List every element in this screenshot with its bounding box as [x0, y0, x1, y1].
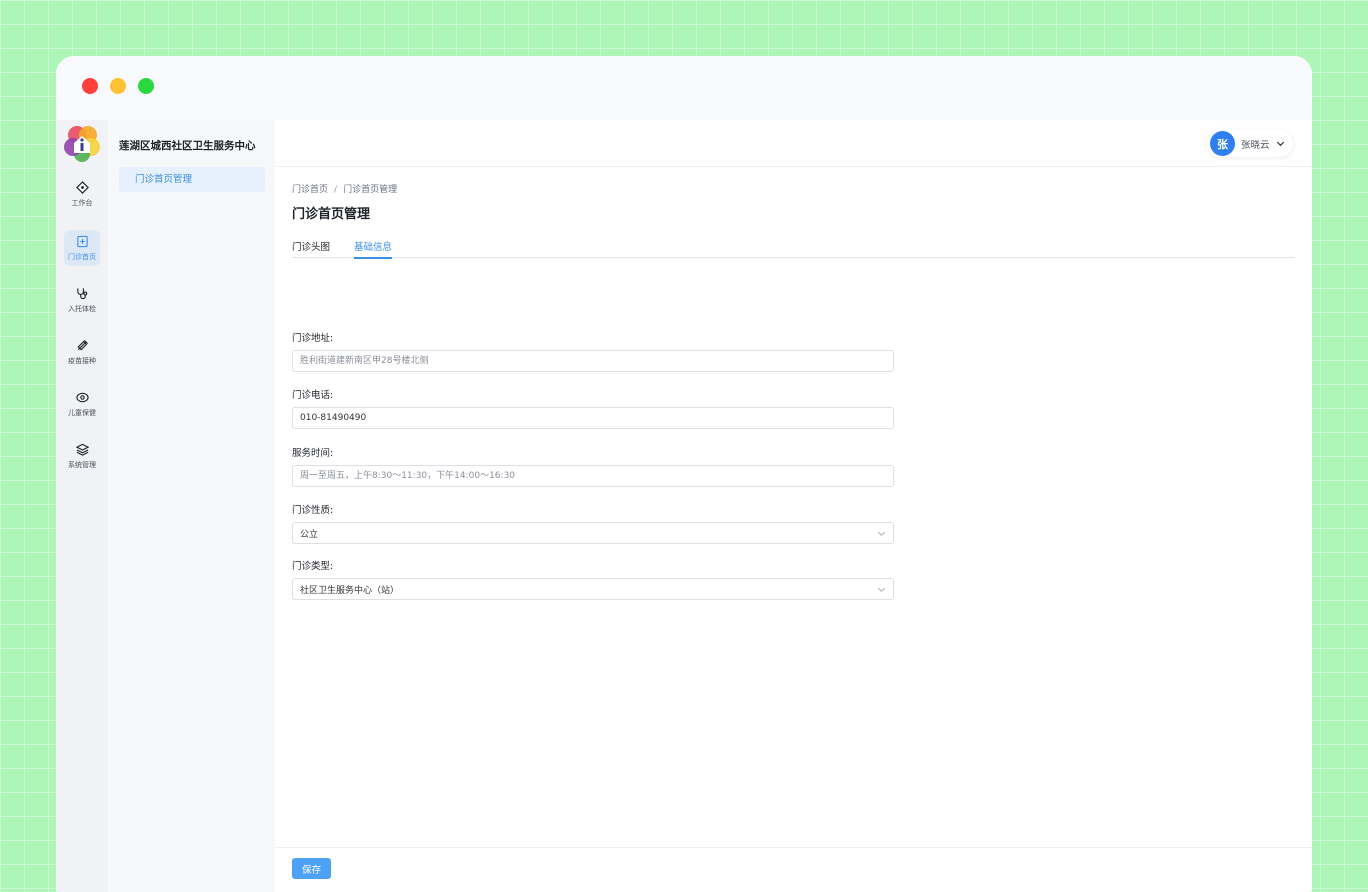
form-footer: 保存 [275, 847, 1312, 892]
layers-icon [75, 443, 89, 456]
rail-item-child-care[interactable]: 儿童保健 [64, 386, 100, 422]
nature-selected-value: 公立 [300, 529, 319, 540]
app-window: 工作台 门诊首页 入托体检 疫苗接种 儿童保健 系统管理 莲湖区城西社区卫生服务… [56, 56, 1312, 892]
close-window-button[interactable] [82, 78, 98, 94]
app-logo-icon [64, 126, 100, 162]
subnav-item-clinic-home-management[interactable]: 门诊首页管理 [119, 167, 265, 192]
tab-header-image[interactable]: 门诊头图 [292, 239, 330, 258]
type-selected-value: 社区卫生服务中心（站） [300, 585, 400, 596]
type-select[interactable]: 社区卫生服务中心（站） [292, 578, 894, 600]
hours-input[interactable] [292, 465, 894, 487]
tab-bar: 门诊头图 基础信息 [292, 235, 1295, 259]
rail-item-vaccination[interactable]: 疫苗接种 [64, 334, 100, 370]
chevron-down-icon [878, 587, 885, 592]
rail-item-label: 工作台 [71, 198, 93, 207]
rail-item-system[interactable]: 系统管理 [64, 438, 100, 474]
nature-field-group: 门诊性质: 公立 [292, 502, 894, 544]
chevron-down-icon [878, 531, 885, 536]
breadcrumb-item-current: 门诊首页管理 [343, 185, 398, 195]
nature-select[interactable]: 公立 [292, 522, 894, 544]
sub-navigation: 莲湖区城西社区卫生服务中心 门诊首页管理 [108, 120, 275, 892]
rail-item-label: 系统管理 [68, 460, 96, 469]
org-name: 莲湖区城西社区卫生服务中心 [119, 140, 256, 152]
avatar: 张 [1210, 131, 1235, 156]
breadcrumb-item-clinic-home[interactable]: 门诊首页 [292, 185, 328, 195]
address-input[interactable] [292, 350, 894, 372]
user-menu[interactable]: 张 张晓云 [1207, 130, 1293, 157]
tab-basic-info[interactable]: 基础信息 [354, 239, 393, 259]
rail-item-checkup[interactable]: 入托体检 [64, 282, 100, 318]
minimize-window-button[interactable] [110, 78, 126, 94]
breadcrumb: 门诊首页 / 门诊首页管理 [292, 182, 397, 195]
type-field-group: 门诊类型: 社区卫生服务中心（站） [292, 558, 894, 600]
zoom-window-button[interactable] [138, 78, 154, 94]
nature-label: 门诊性质: [292, 505, 334, 516]
child-care-icon [75, 392, 89, 402]
workbench-icon [75, 180, 89, 194]
phone-field-group: 门诊电话: [292, 387, 894, 429]
top-bar: 张 张晓云 [275, 120, 1312, 167]
address-field-group: 门诊地址: [292, 330, 894, 372]
rail-item-label: 儿童保健 [68, 408, 96, 417]
rail-item-label: 门诊首页 [68, 252, 96, 261]
rail-item-label: 入托体检 [68, 304, 96, 313]
chevron-down-icon [1276, 141, 1284, 147]
desktop-background: 工作台 门诊首页 入托体检 疫苗接种 儿童保健 系统管理 莲湖区城西社区卫生服务… [0, 0, 1368, 892]
stethoscope-icon [76, 287, 87, 299]
breadcrumb-separator: / [334, 185, 338, 195]
address-label: 门诊地址: [292, 333, 334, 344]
type-label: 门诊类型: [292, 561, 334, 572]
main-content: 张 张晓云 门诊首页 / 门诊首页管理 门诊首页管理 门诊头图 基础信息 门诊地址:… [275, 120, 1312, 892]
phone-input[interactable] [292, 407, 894, 429]
title-bar [56, 56, 1312, 120]
rail-item-label: 疫苗接种 [68, 356, 96, 365]
hours-field-group: 服务时间: [292, 445, 894, 487]
phone-label: 门诊电话: [292, 390, 334, 401]
user-name: 张晓云 [1241, 139, 1270, 151]
rail-item-workbench[interactable]: 工作台 [64, 176, 100, 212]
hours-label: 服务时间: [292, 448, 334, 459]
syringe-icon [77, 339, 88, 350]
page-title: 门诊首页管理 [292, 207, 371, 222]
clinic-home-icon [76, 235, 88, 247]
save-button[interactable]: 保存 [292, 858, 331, 879]
icon-rail: 工作台 门诊首页 入托体检 疫苗接种 儿童保健 系统管理 [56, 120, 108, 892]
rail-item-clinic-home[interactable]: 门诊首页 [64, 230, 100, 266]
